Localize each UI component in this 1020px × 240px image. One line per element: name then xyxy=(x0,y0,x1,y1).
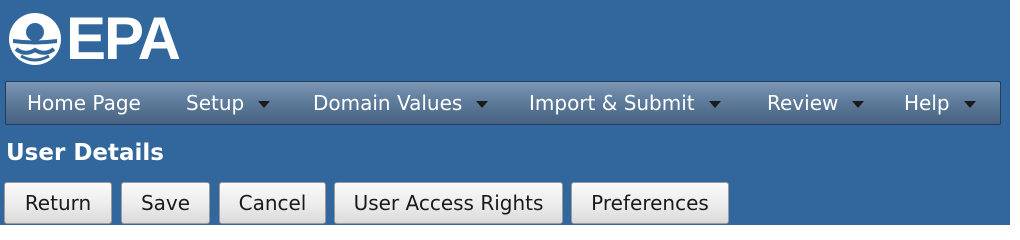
nav-import-submit-label: Import & Submit xyxy=(529,91,695,115)
main-nav-bar: Home Page Setup Domain Values Import & S… xyxy=(5,81,1001,125)
right-edge-background xyxy=(1010,0,1020,225)
nav-domain-values-label: Domain Values xyxy=(313,91,463,115)
caret-down-icon xyxy=(476,100,489,108)
nav-review-label: Review xyxy=(767,91,839,115)
nav-setup[interactable]: Setup xyxy=(186,82,271,124)
caret-down-icon xyxy=(963,100,976,108)
nav-review[interactable]: Review xyxy=(767,82,865,124)
user-access-rights-button[interactable]: User Access Rights xyxy=(334,182,563,224)
caret-down-icon xyxy=(708,100,721,108)
page-title: User Details xyxy=(6,140,164,166)
app-frame: EPA Home Page Setup Domain Values Import… xyxy=(0,0,1010,225)
nav-home-page[interactable]: Home Page xyxy=(27,82,141,124)
nav-setup-label: Setup xyxy=(186,91,245,115)
preferences-button[interactable]: Preferences xyxy=(571,182,729,224)
nav-help[interactable]: Help xyxy=(904,82,976,124)
caret-down-icon xyxy=(852,100,865,108)
nav-import-submit[interactable]: Import & Submit xyxy=(529,82,721,124)
epa-flower-logo-icon xyxy=(9,13,61,65)
return-button[interactable]: Return xyxy=(4,182,112,224)
caret-down-icon xyxy=(258,100,271,108)
cancel-button[interactable]: Cancel xyxy=(219,182,326,224)
save-button[interactable]: Save xyxy=(121,182,210,224)
logo-text: EPA xyxy=(66,5,181,72)
epa-logo[interactable]: EPA xyxy=(8,5,181,72)
nav-domain-values[interactable]: Domain Values xyxy=(313,82,489,124)
nav-help-label: Help xyxy=(904,91,950,115)
nav-home-page-label: Home Page xyxy=(27,91,141,115)
